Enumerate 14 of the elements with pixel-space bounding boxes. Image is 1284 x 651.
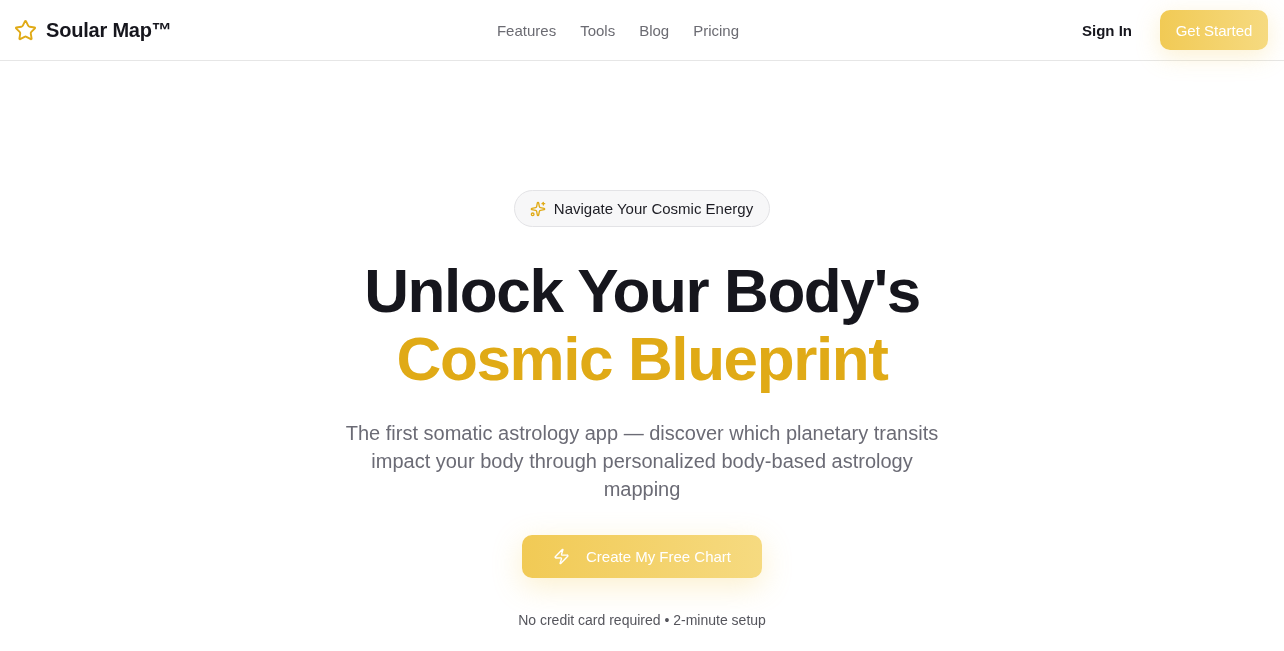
- nav-link[interactable]: Features: [496, 21, 557, 39]
- sparkles-icon: [529, 200, 546, 217]
- sign-in-link[interactable]: Sign In: [1082, 21, 1132, 39]
- subtitle: The first somatic astrology app — discover which planetary transits impact your body through personalized body-based astrology mapping: [344, 421, 940, 502]
- nav-link[interactable]: Tools: [580, 21, 616, 39]
- note-text: No credit card required • 2-minute setup: [518, 611, 766, 630]
- nav-link[interactable]: Blog: [639, 21, 670, 39]
- logo-text: Soular Map™: [46, 18, 172, 42]
- headline-accent: Cosmic Blueprint: [396, 325, 888, 393]
- badge-text: Navigate Your Cosmic Energy: [553, 200, 754, 217]
- lightning-icon: [552, 548, 570, 565]
- headline: Unlock Your Body's: [364, 257, 920, 325]
- nav-link[interactable]: Pricing: [693, 21, 740, 39]
- star-icon: [14, 18, 37, 42]
